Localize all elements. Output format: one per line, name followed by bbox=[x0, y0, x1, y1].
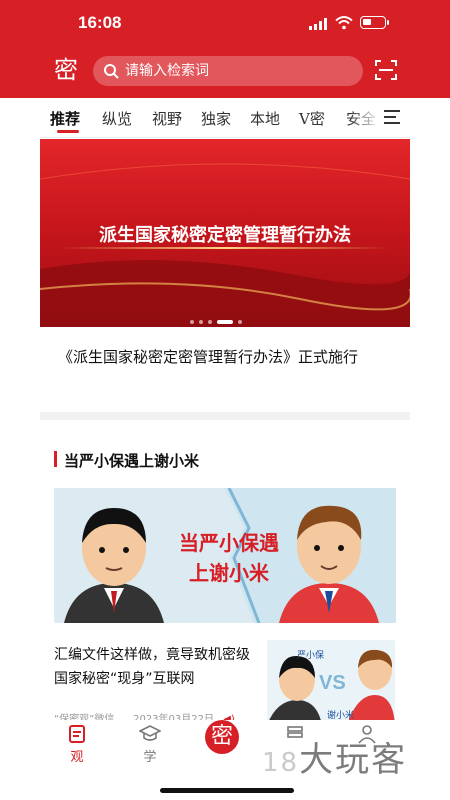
banner-headline[interactable]: 《派生国家秘密定密管理暂行办法》正式施行 bbox=[58, 346, 358, 367]
carousel-dot bbox=[199, 320, 203, 324]
tab-vision[interactable]: 视野 bbox=[152, 108, 182, 129]
app-logo-icon[interactable]: 密 bbox=[52, 56, 80, 84]
tabbar-item-view[interactable]: 观 bbox=[52, 720, 102, 765]
tabbar-item-learn[interactable]: 学 bbox=[125, 720, 175, 765]
section-title[interactable]: 当严小保遇上谢小米 bbox=[64, 450, 199, 471]
cellular-signal-icon bbox=[309, 18, 327, 30]
menu-icon[interactable] bbox=[384, 110, 400, 124]
tab-overview[interactable]: 纵览 bbox=[102, 108, 132, 129]
mortarboard-icon bbox=[139, 725, 161, 741]
feature-image[interactable]: 当严小保遇上谢小米 bbox=[54, 488, 396, 623]
app-screen: 16:08 密 推荐 纵览 视野 独家 本地 V密 安全 bbox=[0, 0, 450, 800]
channel-tabs: 推荐 纵览 视野 独家 本地 V密 安全 bbox=[40, 98, 410, 138]
hero-banner[interactable]: 派生国家秘密定密管理暂行办法 bbox=[40, 139, 410, 327]
thumb-label-left: 严小保 bbox=[297, 651, 325, 661]
thumb-label-vs: VS bbox=[319, 672, 346, 694]
battery-icon bbox=[360, 16, 389, 29]
article-thumbnail[interactable]: 严小保 VS 谢小米 bbox=[267, 640, 395, 725]
watermark-text: 大玩客 bbox=[299, 740, 408, 780]
tabbar-item-home[interactable]: 密 bbox=[197, 720, 247, 754]
carousel-dot bbox=[238, 320, 242, 324]
scan-icon[interactable] bbox=[374, 58, 398, 82]
wifi-icon bbox=[335, 16, 353, 30]
article-title[interactable]: 汇编文件这样做，竟导致机密级国家秘密“现身”互联网 bbox=[54, 643, 259, 691]
tabs-fade bbox=[350, 98, 380, 136]
status-bar: 16:08 bbox=[0, 0, 450, 44]
banner-title: 派生国家秘密定密管理暂行办法 bbox=[99, 225, 351, 246]
logo-icon: 密 bbox=[205, 720, 239, 754]
tab-local[interactable]: 本地 bbox=[250, 108, 280, 129]
status-time: 16:08 bbox=[78, 13, 122, 32]
carousel-dot bbox=[208, 320, 212, 324]
active-tab-indicator bbox=[57, 130, 79, 133]
tabbar-label-view: 观 bbox=[70, 750, 84, 765]
feature-caption: 当严小保遇上谢小米 bbox=[179, 531, 279, 585]
tab-recommend[interactable]: 推荐 bbox=[50, 108, 80, 129]
search-input[interactable] bbox=[125, 60, 345, 82]
watermark-number: 18 bbox=[262, 748, 300, 778]
doc-icon bbox=[69, 725, 85, 743]
carousel-dot-active bbox=[217, 320, 233, 324]
tab-v-secret[interactable]: V密 bbox=[299, 108, 325, 129]
tabbar-label-learn: 学 bbox=[143, 750, 157, 765]
carousel-dots bbox=[190, 309, 247, 324]
watermark: 18大玩客 bbox=[262, 732, 407, 781]
home-indicator[interactable] bbox=[160, 788, 294, 793]
tab-exclusive[interactable]: 独家 bbox=[201, 108, 231, 129]
carousel-dot bbox=[190, 320, 194, 324]
section-divider bbox=[40, 412, 410, 420]
search-bar[interactable] bbox=[93, 56, 363, 86]
section-accent-bar bbox=[54, 451, 57, 467]
search-icon bbox=[104, 64, 119, 79]
